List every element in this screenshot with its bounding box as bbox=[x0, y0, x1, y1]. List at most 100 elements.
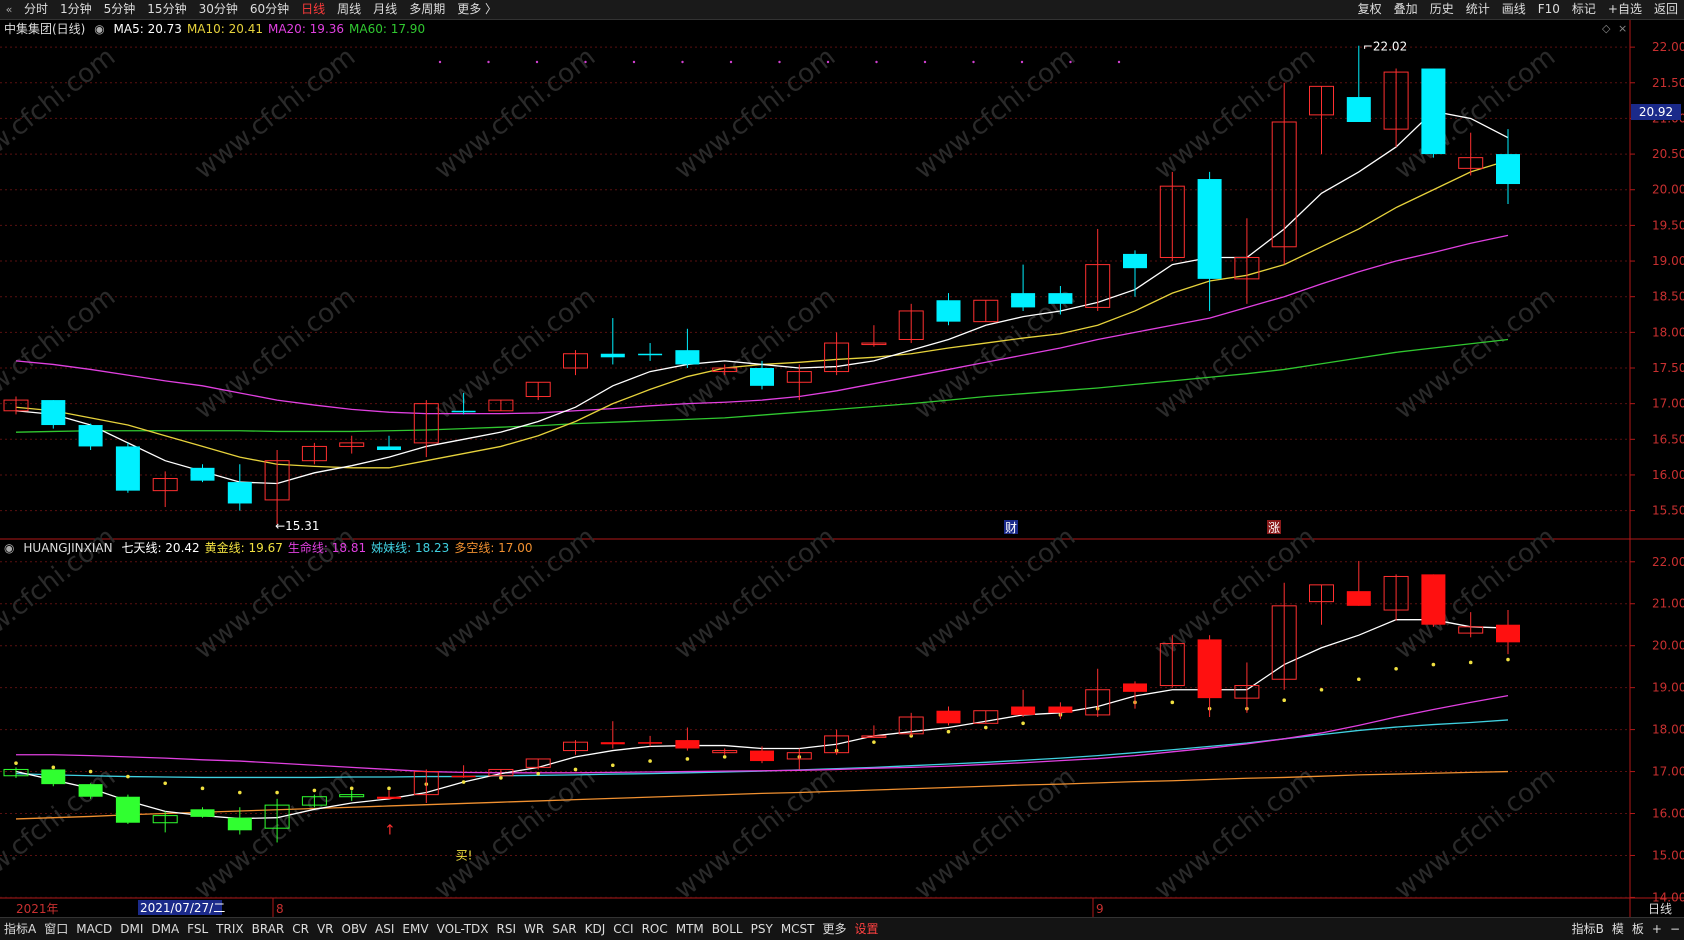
toolbar-button-8[interactable]: 返回 bbox=[1648, 0, 1684, 19]
indicator-tab-5[interactable]: FSL bbox=[183, 918, 212, 940]
huangjin-dot bbox=[1282, 698, 1286, 703]
indicator-name: HUANGJINXIAN bbox=[23, 541, 113, 555]
indicator-tab-20[interactable]: MTM bbox=[672, 918, 708, 940]
period-tab-8[interactable]: 月线 bbox=[367, 0, 403, 19]
month-label: 8 bbox=[276, 902, 284, 916]
indicator-tab-3[interactable]: DMI bbox=[116, 918, 147, 940]
indicator-tabs-left: 指标A 窗口 MACD DMI DMA FSL TRIX BRAR CR VR OBV ASI EMV V… bbox=[0, 918, 883, 940]
watermark-text: www.cfchi.com bbox=[669, 762, 841, 906]
toolbar-button-6[interactable]: 标记 bbox=[1566, 0, 1602, 19]
candle-body-down bbox=[1421, 68, 1446, 155]
indicator-tab-25[interactable]: 设置 bbox=[851, 918, 883, 940]
candle-body-down bbox=[638, 353, 663, 356]
period-tab-6[interactable]: 日线 bbox=[295, 0, 331, 19]
indicator-tab-12[interactable]: EMV bbox=[398, 918, 432, 940]
indicator-tab-right-3[interactable]: + bbox=[1648, 918, 1666, 940]
indicator-tab-17[interactable]: KDJ bbox=[581, 918, 610, 940]
indicator-tab-9[interactable]: VR bbox=[313, 918, 338, 940]
indicator-tab-21[interactable]: BOLL bbox=[708, 918, 747, 940]
watermark-text: www.cfchi.com bbox=[189, 42, 361, 186]
toolbar-button-0[interactable]: 复权 bbox=[1352, 0, 1388, 19]
indicator-tab-14[interactable]: RSI bbox=[493, 918, 521, 940]
indicator-tab-13[interactable]: VOL-TDX bbox=[433, 918, 493, 940]
period-tab-2[interactable]: 5分钟 bbox=[98, 0, 142, 19]
huangjin-dot bbox=[14, 761, 18, 765]
period-tab-1[interactable]: 1分钟 bbox=[54, 0, 98, 19]
indicator-tab-1[interactable]: 窗口 bbox=[40, 918, 72, 940]
indicator-tab-22[interactable]: PSY bbox=[747, 918, 777, 940]
huangjin-dot bbox=[1468, 660, 1473, 665]
huangjin-dot bbox=[126, 774, 130, 779]
watermark-text: www.cfchi.com bbox=[669, 42, 841, 186]
huangjin-dot bbox=[499, 776, 503, 780]
low-price-label: ←15.31 bbox=[275, 519, 319, 533]
indicator-tabs-right: 指标B 模板 + − bbox=[1568, 918, 1684, 940]
indicator-y-tick-label: 20.00 bbox=[1652, 639, 1684, 653]
indicator-label-3: 姊妹线: 18.23 bbox=[371, 541, 450, 555]
toolbar-button-2[interactable]: 历史 bbox=[1424, 0, 1460, 19]
huangjin-dot bbox=[722, 755, 727, 759]
period-tab-7[interactable]: 周线 bbox=[331, 0, 367, 19]
indicator-y-tick-label: 18.00 bbox=[1652, 723, 1684, 737]
high-price-label: ⌐22.02 bbox=[1363, 40, 1407, 54]
candle-body-down bbox=[750, 368, 774, 386]
indicator-tab-16[interactable]: SAR bbox=[548, 918, 580, 940]
indicator-tab-6[interactable]: TRIX bbox=[212, 918, 247, 940]
settings-icon[interactable]: ◉ bbox=[4, 541, 14, 555]
ma-label-1: MA10: 20.41 bbox=[186, 22, 263, 36]
watermark-text: www.cfchi.com bbox=[1389, 42, 1561, 186]
watermark-text: www.cfchi.com bbox=[909, 762, 1081, 906]
huangjin-dot bbox=[349, 786, 354, 791]
huangjin-dot bbox=[984, 725, 988, 730]
event-dot bbox=[632, 60, 636, 64]
period-tab-9[interactable]: 多周期 bbox=[403, 0, 451, 19]
period-tab-10[interactable]: 更多 〉 bbox=[451, 0, 503, 19]
toolbar-button-7[interactable]: +自选 bbox=[1602, 0, 1648, 19]
indicator-tab-11[interactable]: ASI bbox=[371, 918, 398, 940]
indicator-candle-down bbox=[115, 796, 140, 823]
double-chevron-left-icon[interactable]: « bbox=[0, 0, 18, 19]
indicator-candle-down bbox=[1123, 683, 1147, 692]
toolbar-button-3[interactable]: 统计 bbox=[1460, 0, 1496, 19]
toolbar-button-5[interactable]: F10 bbox=[1532, 0, 1566, 19]
indicator-tab-24[interactable]: 更多 bbox=[819, 918, 851, 940]
period-tab-5[interactable]: 60分钟 bbox=[244, 0, 295, 19]
watermark-text: www.cfchi.com bbox=[1149, 762, 1321, 906]
huangjin-dot bbox=[611, 763, 615, 768]
toolbar-button-1[interactable]: 叠加 bbox=[1388, 0, 1424, 19]
period-tab-0[interactable]: 分时 bbox=[18, 0, 54, 19]
indicator-tab-0[interactable]: 指标A bbox=[0, 918, 40, 940]
candle-body-down bbox=[600, 353, 625, 358]
indicator-tab-right-1[interactable]: 模 bbox=[1608, 918, 1628, 940]
huangjin-dot bbox=[200, 786, 205, 791]
candle-body-down bbox=[377, 446, 401, 450]
indicator-tab-4[interactable]: DMA bbox=[147, 918, 183, 940]
main-y-tick-label: 21.50 bbox=[1652, 76, 1684, 90]
indicator-tab-8[interactable]: CR bbox=[288, 918, 313, 940]
toolbar-button-4[interactable]: 画线 bbox=[1496, 0, 1532, 19]
indicator-tab-right-2[interactable]: 板 bbox=[1628, 918, 1648, 940]
period-tab-4[interactable]: 30分钟 bbox=[193, 0, 244, 19]
period-tab-3[interactable]: 15分钟 bbox=[141, 0, 192, 19]
buy-signal-label: 买! bbox=[456, 849, 473, 863]
indicator-y-tick-label: 22.00 bbox=[1652, 555, 1684, 569]
ma-legend: MA5: 20.73 MA10: 20.41 MA20: 19.36 MA60: 17… bbox=[114, 22, 431, 36]
indicator-tab-right-4[interactable]: − bbox=[1666, 918, 1684, 940]
indicator-tab-right-0[interactable]: 指标B bbox=[1568, 918, 1608, 940]
indicator-tab-7[interactable]: BRAR bbox=[248, 918, 289, 940]
event-dot bbox=[729, 60, 733, 64]
candle-body-down bbox=[1197, 179, 1222, 279]
indicator-tab-18[interactable]: CCI bbox=[609, 918, 637, 940]
watermark-text: www.cfchi.com bbox=[189, 762, 361, 906]
indicator-values: 七天线: 20.42 黄金线: 19.67 生命线: 18.81 姊妹线: 18.23… bbox=[121, 541, 537, 555]
indicator-candle-down bbox=[600, 742, 625, 745]
indicator-tab-2[interactable]: MACD bbox=[72, 918, 116, 940]
indicator-tab-23[interactable]: MCST bbox=[777, 918, 819, 940]
watermark-text: www.cfchi.com bbox=[909, 522, 1081, 666]
settings-icon[interactable]: ◉ bbox=[94, 22, 104, 36]
event-dot bbox=[875, 60, 878, 64]
indicator-tab-15[interactable]: WR bbox=[520, 918, 548, 940]
kline-chart[interactable]: 22.00 21.50 21.00 20.50 20.00 19.50 19.00 18.50… bbox=[0, 20, 1684, 917]
indicator-tab-19[interactable]: ROC bbox=[638, 918, 672, 940]
indicator-tab-10[interactable]: OBV bbox=[338, 918, 372, 940]
